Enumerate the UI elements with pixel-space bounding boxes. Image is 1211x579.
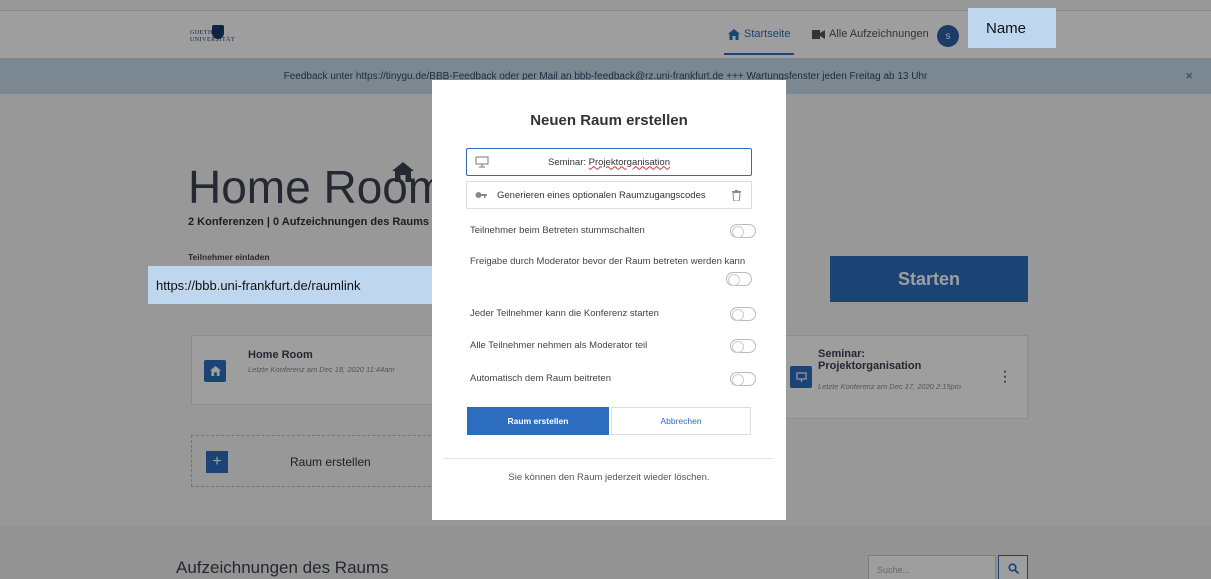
anyone-can-start-toggle[interactable] bbox=[730, 307, 756, 321]
modal-footer-note: Sie können den Raum jederzeit wieder lös… bbox=[508, 472, 710, 483]
toggle-row-all-moderator: Alle Teilnehmer nehmen als Moderator tei… bbox=[470, 338, 756, 354]
toggle-row-anyone-start: Jeder Teilnehmer kann die Konferenz star… bbox=[470, 306, 756, 322]
toggle-label: Jeder Teilnehmer kann die Konferenz star… bbox=[470, 308, 659, 319]
modal-title: Neuen Raum erstellen bbox=[530, 112, 688, 129]
divider bbox=[444, 458, 774, 459]
room-name-value: Projektorganisation bbox=[588, 156, 670, 168]
access-code-row[interactable]: Generieren eines optionalen Raumzugangsc… bbox=[466, 181, 752, 209]
toggle-label: Teilnehmer beim Betreten stummschalten bbox=[470, 225, 645, 236]
toggle-row-mute: Teilnehmer beim Betreten stummschalten bbox=[470, 223, 756, 239]
presentation-icon bbox=[475, 156, 489, 168]
access-code-label: Generieren eines optionalen Raumzugangsc… bbox=[497, 189, 706, 201]
name-callout: Name bbox=[968, 8, 1056, 48]
all-moderators-toggle[interactable] bbox=[730, 339, 756, 353]
toggle-row-approval: Freigabe durch Moderator bevor der Raum … bbox=[466, 254, 752, 286]
create-room-modal: Neuen Raum erstellen Seminar: Projektorg… bbox=[432, 80, 786, 520]
trash-icon[interactable] bbox=[732, 190, 741, 201]
toggle-label: Alle Teilnehmer nehmen als Moderator tei… bbox=[470, 340, 648, 351]
room-url-callout: https://bbb.uni-frankfurt.de/raumlink bbox=[148, 266, 434, 304]
auto-join-toggle[interactable] bbox=[730, 372, 756, 386]
room-name-prefix: Seminar: bbox=[548, 156, 589, 168]
key-icon bbox=[475, 192, 487, 198]
toggle-row-auto-join: Automatisch dem Raum beitreten bbox=[470, 371, 756, 387]
mute-on-join-toggle[interactable] bbox=[730, 224, 756, 238]
toggle-label: Automatisch dem Raum beitreten bbox=[470, 373, 611, 384]
moderator-approval-toggle[interactable] bbox=[726, 272, 752, 286]
cancel-button[interactable]: Abbrechen bbox=[611, 407, 751, 435]
create-room-button[interactable]: Raum erstellen bbox=[467, 407, 609, 435]
toggle-label: Freigabe durch Moderator bevor der Raum … bbox=[470, 256, 746, 267]
room-name-input[interactable]: Seminar: Projektorganisation bbox=[466, 148, 752, 176]
